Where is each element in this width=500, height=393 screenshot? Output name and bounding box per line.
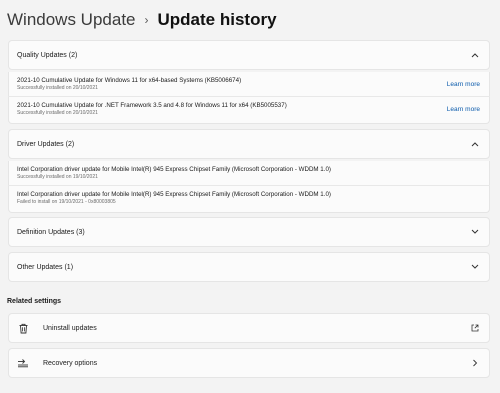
learn-more-link[interactable]: Learn more <box>447 106 480 113</box>
driver-updates-header[interactable]: Driver Updates (2) <box>8 129 490 159</box>
driver-updates-label: Driver Updates (2) <box>17 140 75 148</box>
learn-more-link[interactable]: Learn more <box>447 81 480 88</box>
uninstall-updates-label: Uninstall updates <box>43 324 97 332</box>
breadcrumb: Windows Update › Update history <box>7 9 277 31</box>
uninstall-updates-row[interactable]: Uninstall updates <box>8 313 490 343</box>
update-status: Successfully installed on 20/10/2021 <box>17 85 98 91</box>
recovery-icon <box>17 357 29 369</box>
recovery-options-label: Recovery options <box>43 359 98 367</box>
trash-icon <box>17 322 29 334</box>
breadcrumb-separator: › <box>144 13 149 27</box>
update-status: Failed to install on 19/10/2021 - 0x8000… <box>17 199 116 205</box>
update-title: 2021-10 Cumulative Update for Windows 11… <box>17 77 242 84</box>
recovery-options-row[interactable]: Recovery options <box>8 348 490 378</box>
update-title: Intel Corporation driver update for Mobi… <box>17 166 331 173</box>
other-updates-header[interactable]: Other Updates (1) <box>8 252 490 282</box>
chevron-down-icon <box>471 263 479 271</box>
update-status: Successfully installed on 20/10/2021 <box>17 110 98 116</box>
related-settings-title: Related settings <box>7 298 62 305</box>
quality-updates-header[interactable]: Quality Updates (2) <box>8 40 490 70</box>
definition-updates-label: Definition Updates (3) <box>17 228 85 236</box>
other-updates-label: Other Updates (1) <box>17 263 74 271</box>
update-title: 2021-10 Cumulative Update for .NET Frame… <box>17 102 287 109</box>
external-link-icon <box>471 324 479 332</box>
quality-updates-label: Quality Updates (2) <box>17 51 78 59</box>
update-status: Successfully installed on 19/10/2021 <box>17 174 98 180</box>
definition-updates-header[interactable]: Definition Updates (3) <box>8 217 490 247</box>
chevron-right-icon <box>471 359 479 367</box>
chevron-down-icon <box>471 228 479 236</box>
update-title: Intel Corporation driver update for Mobi… <box>17 191 331 198</box>
quality-update-row-2: 2021-10 Cumulative Update for .NET Frame… <box>8 97 490 124</box>
quality-update-row-1: 2021-10 Cumulative Update for Windows 11… <box>8 72 490 96</box>
chevron-up-icon <box>471 51 479 59</box>
driver-update-row-1: Intel Corporation driver update for Mobi… <box>8 161 490 185</box>
page-title: Update history <box>157 10 277 29</box>
driver-update-row-2: Intel Corporation driver update for Mobi… <box>8 186 490 213</box>
breadcrumb-parent[interactable]: Windows Update <box>7 9 136 31</box>
chevron-up-icon <box>471 140 479 148</box>
